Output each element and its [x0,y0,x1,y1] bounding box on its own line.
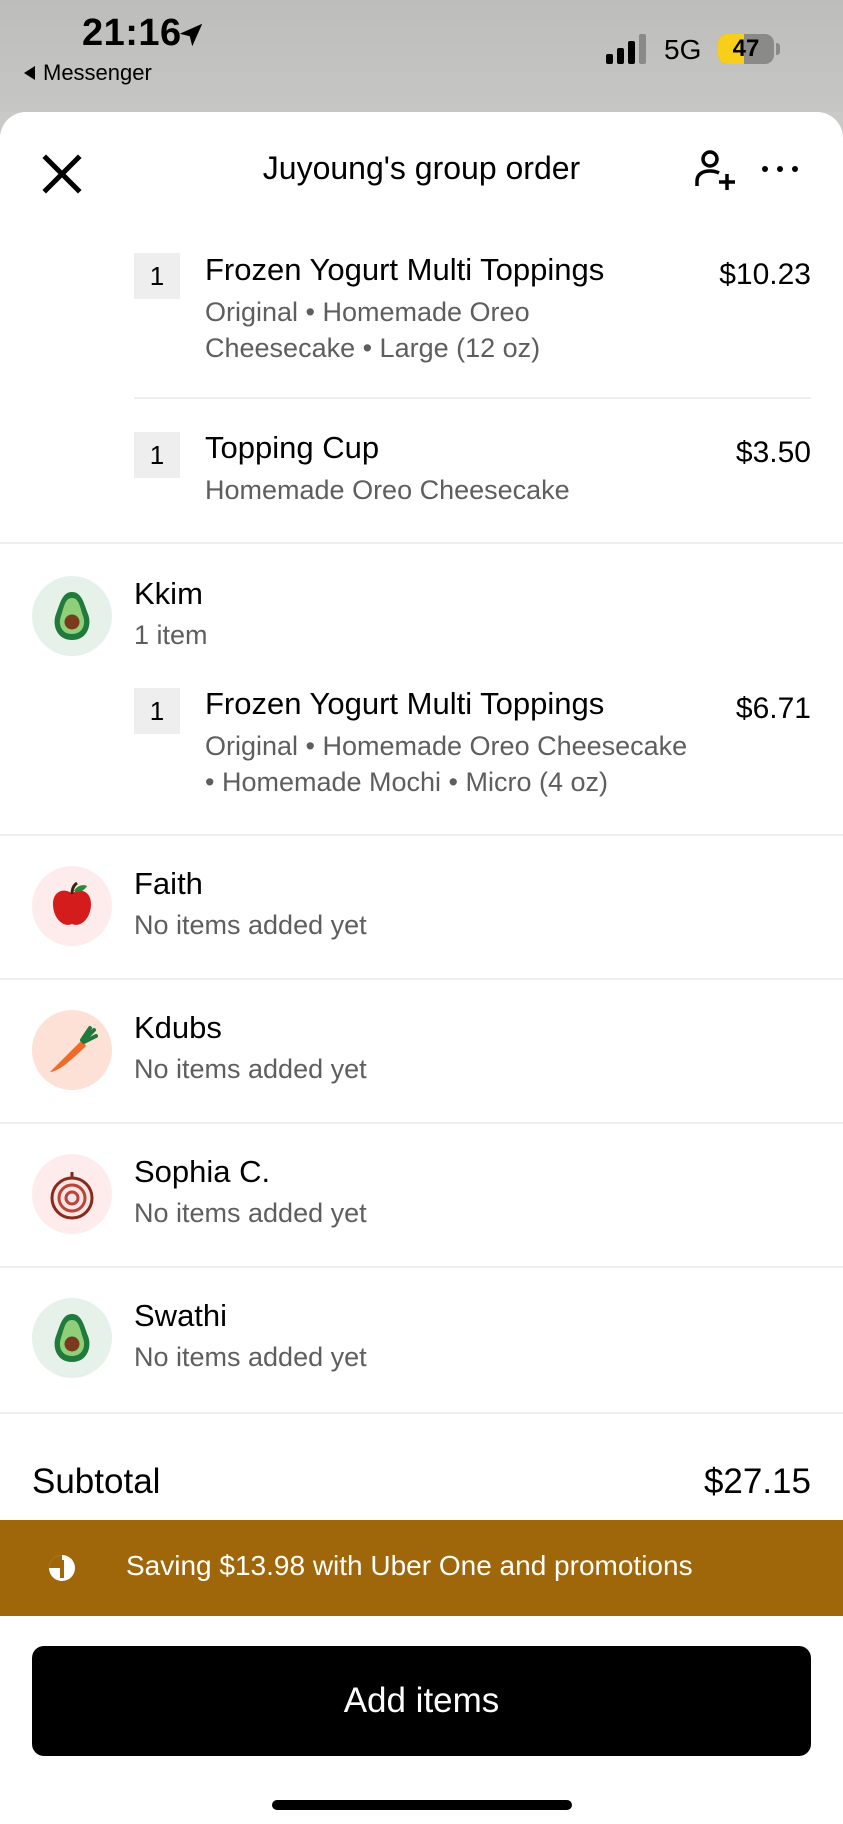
status-time: 21:16 [82,12,182,54]
member-avatar [32,1010,112,1090]
member-avatar [32,1154,112,1234]
add-person-icon[interactable] [694,148,738,192]
savings-banner: Saving $13.98 with Uber One and promotio… [0,1520,843,1616]
uber-one-icon [49,1555,75,1581]
item-quantity: 1 [134,253,180,299]
item-name: Frozen Yogurt Multi Toppings [205,686,605,721]
item-quantity: 1 [134,688,180,734]
battery-nub [776,43,780,55]
section-divider [0,542,843,544]
member-avatar [32,576,112,656]
member-name: Kkim [134,576,203,611]
section-divider [0,1266,843,1268]
sheet-header: Juyoung's group order [0,112,843,222]
network-type: 5G [664,34,702,65]
back-to-messenger-link[interactable]: Messenger [24,60,152,86]
carrot-icon [50,1026,98,1072]
avocado-icon [54,1314,90,1362]
location-arrow-icon [179,23,203,47]
member-status: No items added yet [134,1342,367,1372]
member-name: Faith [134,866,203,901]
item-name: Topping Cup [205,430,380,465]
back-app-label: Messenger [43,60,152,85]
status-bar: 21:16 Messenger 5G 47 [0,0,843,112]
member-item-count: 1 item [134,620,208,650]
apple-icon [53,882,91,925]
group-order-sheet: Juyoung's group order 1 Frozen Yogurt Mu… [0,112,843,1824]
item-options: Original • Homemade Oreo [205,297,530,327]
section-divider [0,834,843,836]
item-options: Original • Homemade Oreo Cheesecake [205,731,688,761]
item-options: • Homemade Mochi • Micro (4 oz) [205,767,609,797]
home-indicator [272,1800,572,1810]
member-avatar [32,1298,112,1378]
item-options: Homemade Oreo Cheesecake [205,475,570,505]
section-divider [0,1122,843,1124]
member-status: No items added yet [134,910,367,940]
member-name: Kdubs [134,1010,222,1045]
item-options: Cheesecake • Large (12 oz) [205,333,541,363]
section-divider [0,978,843,980]
member-status: No items added yet [134,1054,367,1084]
item-price: $3.50 [735,436,811,469]
item-name: Frozen Yogurt Multi Toppings [205,252,605,287]
item-price: $10.23 [719,258,811,291]
add-items-button[interactable]: Add items [32,1646,811,1756]
member-name: Swathi [134,1298,228,1333]
savings-text: Saving $13.98 with Uber One and promotio… [126,1550,693,1581]
more-options-icon[interactable] [758,154,802,184]
battery-indicator: 47 [718,34,774,64]
item-price: $6.71 [735,692,811,725]
member-avatar [32,866,112,946]
member-status: No items added yet [134,1198,367,1228]
item-divider [134,397,811,399]
item-quantity: 1 [134,432,180,478]
member-name: Sophia C. [134,1154,271,1189]
battery-percent: 47 [732,35,760,62]
onion-icon [50,1172,94,1220]
cellular-signal-icon [606,34,646,64]
avocado-icon [54,592,90,640]
back-triangle-icon [24,66,35,80]
subtotal-label: Subtotal [32,1462,161,1501]
subtotal-value: $27.15 [703,1462,811,1501]
